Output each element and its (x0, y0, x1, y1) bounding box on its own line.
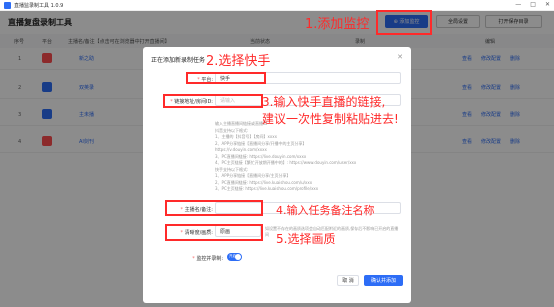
loop-toggle-text: 开启 (229, 254, 236, 258)
add-task-dialog: 正在添加新录制任务 ✕ * 平台: 快手 * 链接地址/房间ID: 请输入 输入… (143, 47, 411, 303)
annotation-step3b: 建议一次性复制粘贴进去! (262, 112, 399, 126)
annotation-step2: 2.选择快手 (206, 54, 271, 69)
dialog-close-icon[interactable]: ✕ (397, 53, 403, 61)
annotation-box-name (165, 200, 263, 216)
confirm-add-button[interactable]: 确认并添加 (364, 275, 403, 286)
maximize-icon[interactable]: □ (530, 1, 536, 8)
annotation-step5: 5.选择画质 (276, 232, 336, 246)
minimize-icon[interactable]: — (515, 1, 521, 8)
annotation-box-url (163, 94, 263, 108)
annotation-step1: 1.添加监控 (305, 17, 370, 32)
window-titlebar: 直播监录制工具 1.0.9 — □ ✕ (0, 0, 554, 11)
window-title: 直播监录制工具 1.0.9 (14, 2, 64, 9)
cancel-button[interactable]: 取 消 (337, 275, 359, 286)
annotation-step4: 4.输入任务备注名称 (276, 204, 375, 217)
app-logo-icon (4, 1, 11, 9)
url-help-text: 输入主播直播间链接或直播ID 抖音支持以下格式: 1、主播的【抖音号】【房间】x… (215, 121, 357, 191)
loop-record-label: * 监控并录制: (192, 256, 223, 262)
close-icon[interactable]: ✕ (545, 1, 550, 8)
annotation-step3a: 3.输入快手直播的链接, (262, 95, 386, 109)
annotation-box-add (376, 10, 432, 35)
annotation-box-quality (165, 224, 263, 241)
dialog-title: 正在添加新录制任务 (151, 57, 206, 64)
annotation-box-platform (186, 72, 266, 84)
